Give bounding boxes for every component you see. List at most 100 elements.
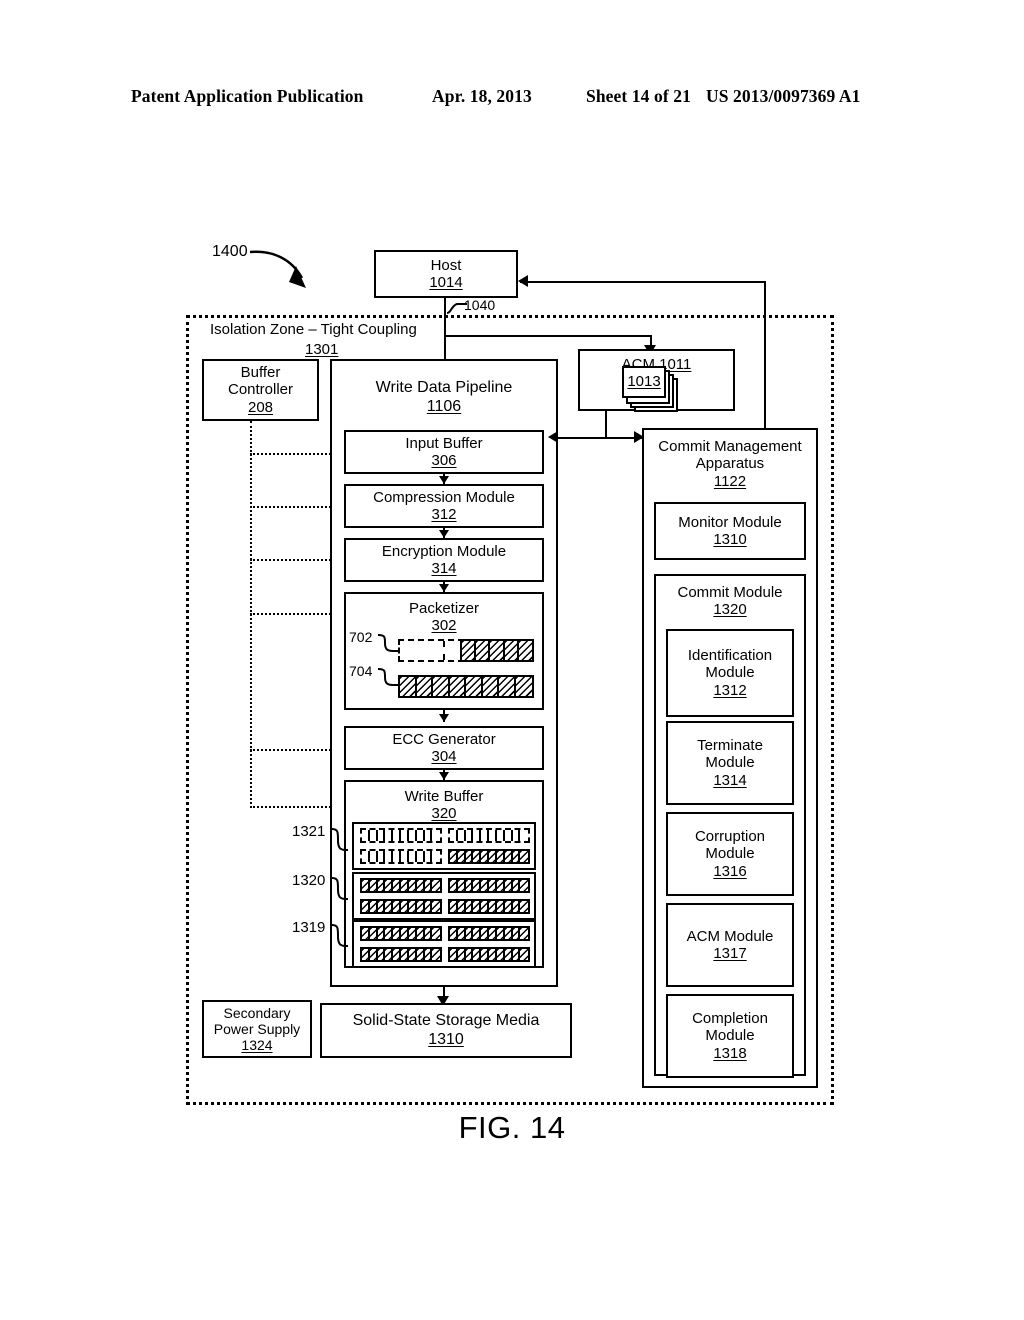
- packet-cell: [400, 677, 417, 696]
- packet-cell: [466, 677, 483, 696]
- ref-1040-label: 1040: [464, 297, 496, 313]
- completion-module-line1: Completion: [692, 1009, 768, 1027]
- write-data-pipeline-ref: 1106: [426, 397, 462, 415]
- corruption-module-line1: Corruption: [694, 827, 766, 845]
- host-ref: 1014: [429, 274, 463, 291]
- acm-to-bus-vertical: [605, 411, 607, 438]
- input-buffer-cma-bus: [556, 437, 642, 439]
- wb-row: [360, 849, 442, 864]
- commit-module-ref: 1320: [713, 601, 747, 619]
- write-buffer-group-1319: [352, 920, 536, 968]
- stage-compression-title: Compression Module: [373, 488, 515, 506]
- wb-row: [360, 878, 442, 893]
- buffer-controller-line2: Controller: [227, 381, 294, 399]
- stage-ecc-generator: ECC Generator 304: [344, 726, 544, 770]
- secondary-power-supply-box: Secondary Power Supply 1324: [202, 1000, 312, 1058]
- corruption-module-line2: Module: [705, 845, 755, 863]
- write-buffer-1320-leader: [331, 877, 348, 900]
- figure-caption: FIG. 14: [458, 1110, 566, 1145]
- terminate-module-box: Terminate Module 1314: [666, 721, 794, 805]
- packetizer-row-704: [398, 675, 534, 698]
- identification-module-line2: Module: [705, 664, 755, 682]
- wb-row: [360, 947, 442, 962]
- buffer-controller-ref: 208: [247, 398, 274, 416]
- ssm-ref: 1310: [428, 1030, 464, 1048]
- buffer-controller-box: Buffer Controller 208: [202, 359, 319, 421]
- stage-input-buffer-title: Input Buffer: [405, 434, 483, 452]
- wb-row: [448, 947, 530, 962]
- wb-row: [448, 926, 530, 941]
- packet-cell: [416, 677, 434, 696]
- page-header: Patent Application Publication Apr. 18, …: [0, 86, 1024, 110]
- ref-1400-leader-line: [249, 250, 306, 288]
- stage-write-buffer-ref: 320: [431, 805, 457, 823]
- wb-row: [448, 828, 530, 843]
- packet-cell: [476, 641, 491, 660]
- acm-module-box: ACM Module 1317: [666, 903, 794, 987]
- write-buffer-group-1321: [352, 822, 536, 870]
- wb-row: [360, 926, 442, 941]
- stage-compression-module: Compression Module 312: [344, 484, 544, 528]
- completion-module-box: Completion Module 1318: [666, 994, 794, 1078]
- stage-encryption-module: Encryption Module 314: [344, 538, 544, 582]
- stage-write-buffer-title: Write Buffer: [404, 788, 484, 805]
- write-buffer-group-1321-label: 1321: [292, 823, 326, 840]
- packet-cell: [515, 677, 533, 696]
- header-sheet: Sheet 14 of 21: [586, 86, 691, 106]
- solid-state-storage-media-box: Solid-State Storage Media 1310: [320, 1003, 572, 1058]
- flow-ecc-to-wb-arrow: [439, 772, 449, 780]
- write-buffer-1321-leader: [331, 828, 348, 851]
- isolation-zone-title: Isolation Zone – Tight Coupling: [210, 321, 417, 338]
- stage-ecc-ref: 304: [431, 748, 457, 765]
- packet-cell: [504, 641, 519, 660]
- host-box: Host 1014: [374, 250, 518, 298]
- header-publication: Patent Application Publication: [131, 86, 364, 106]
- header-date: Apr. 18, 2013: [432, 86, 532, 106]
- cma-line2: Apparatus: [695, 455, 765, 473]
- flow-em-to-pk-arrow: [439, 584, 449, 592]
- stage-ecc-title: ECC Generator: [392, 730, 496, 748]
- packet-cell: [400, 641, 445, 660]
- identification-module-line1: Identification: [687, 646, 773, 664]
- sps-line2: Power Supply: [213, 1020, 301, 1037]
- monitor-module-box: Monitor Module 1310: [654, 502, 806, 560]
- bc-branch-encryption: [250, 559, 338, 561]
- cma-line1: Commit Management: [658, 438, 802, 455]
- packet-cell: [499, 677, 516, 696]
- monitor-module-ref: 1310: [713, 531, 747, 548]
- buffer-controller-line1: Buffer: [240, 363, 281, 381]
- patent-figure-page: Patent Application Publication Apr. 18, …: [0, 0, 1024, 1320]
- write-buffer-group-1320: [352, 872, 536, 920]
- packetizer-row-702-label: 702: [349, 629, 373, 645]
- write-buffer-group-1319-label: 1319: [292, 919, 326, 936]
- bc-branch-input-buffer: [250, 453, 338, 455]
- sps-line1: Secondary: [223, 1004, 291, 1021]
- write-data-pipeline-title: Write Data Pipeline: [375, 379, 513, 396]
- stage-packetizer-ref: 302: [431, 617, 457, 635]
- cma-to-host-horizontal: [520, 281, 766, 283]
- acm-module-ref: 1317: [713, 945, 747, 962]
- terminate-module-line2: Module: [705, 754, 755, 772]
- stage-input-buffer-ref: 306: [431, 452, 457, 469]
- packetizer-row-704-label: 704: [349, 663, 373, 679]
- identification-module-ref: 1312: [713, 681, 747, 699]
- cma-to-host-arrow: [518, 275, 528, 287]
- host-title: Host: [430, 256, 462, 274]
- write-buffer-1319-leader: [331, 924, 348, 947]
- flow-cm-to-em-arrow: [439, 530, 449, 538]
- acm-inner-ref: 1013: [627, 373, 661, 391]
- packet-cell: [482, 677, 500, 696]
- bc-branch-write-buffer: [250, 806, 338, 808]
- wb-row: [360, 899, 442, 914]
- stage-encryption-ref: 314: [431, 560, 457, 577]
- isolation-zone-ref: 1301: [305, 341, 339, 358]
- packetizer-row-702-filled: [460, 639, 534, 662]
- packet-cell: [518, 641, 533, 660]
- packet-cell: [433, 677, 450, 696]
- packet-cell: [449, 677, 467, 696]
- bc-branch-ecc: [250, 749, 338, 751]
- wb-row: [448, 878, 530, 893]
- acm-module-line1: ACM Module: [686, 927, 774, 945]
- ssm-title: Solid-State Storage Media: [352, 1011, 540, 1029]
- stage-input-buffer: Input Buffer 306: [344, 430, 544, 474]
